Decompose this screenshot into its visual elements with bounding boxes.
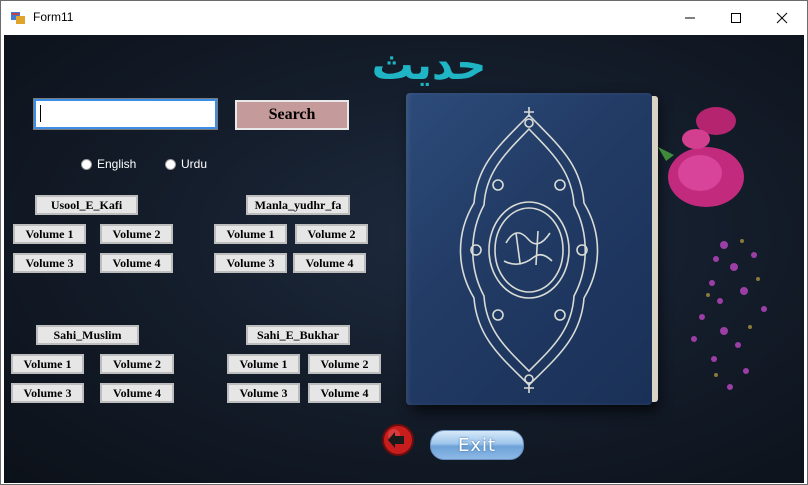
usool-e-kafi-volume-4-button[interactable]: Volume 4 [100, 253, 173, 273]
form-client-area: حديث Search English Urdu Usool_E_Kafi Vo… [4, 35, 804, 483]
book-sahi-e-bukhar-button[interactable]: Sahi_E_Bukhar [246, 325, 350, 345]
english-radio[interactable]: English [81, 157, 136, 171]
page-title: حديث [371, 40, 487, 89]
search-button[interactable]: Search [235, 100, 349, 130]
radio-circle[interactable] [165, 158, 176, 170]
back-arrow-icon[interactable] [381, 423, 415, 457]
urdu-radio[interactable]: Urdu [165, 157, 207, 171]
manla-yudhr-fa-volume-4-button[interactable]: Volume 4 [293, 253, 366, 273]
english-radio-label: English [97, 157, 137, 171]
book-manla-yudhr-fa-button[interactable]: Manla_yudhr_fa [246, 195, 350, 215]
sahi-muslim-volume-2-button[interactable]: Volume 2 [100, 354, 174, 374]
maximize-icon [731, 12, 741, 23]
manla-yudhr-fa-volume-3-button[interactable]: Volume 3 [214, 253, 287, 273]
window-title: Form11 [33, 10, 74, 24]
app-icon [11, 12, 25, 24]
exit-button[interactable]: Exit [430, 430, 524, 460]
sahi-e-bukhar-volume-1-button[interactable]: Volume 1 [227, 354, 300, 374]
flowers-decoration [658, 107, 767, 390]
book-usool-e-kafi-button[interactable]: Usool_E_Kafi [35, 195, 138, 215]
quran-book-image [406, 93, 658, 405]
form-window: Form11 حديث Search English Urdu Usool_E_… [0, 0, 808, 485]
title-bar: Form11 [1, 1, 807, 35]
minimize-button[interactable] [667, 1, 713, 34]
manla-yudhr-fa-volume-2-button[interactable]: Volume 2 [295, 224, 368, 244]
sahi-e-bukhar-volume-3-button[interactable]: Volume 3 [227, 383, 300, 403]
quran-cover-ornament [459, 107, 599, 393]
close-icon [776, 12, 788, 23]
urdu-radio-label: Urdu [181, 157, 208, 171]
radio-circle[interactable] [81, 158, 92, 170]
usool-e-kafi-volume-1-button[interactable]: Volume 1 [13, 224, 86, 244]
minimize-icon [685, 17, 695, 18]
search-input[interactable] [33, 98, 218, 130]
close-button[interactable] [759, 1, 805, 34]
sahi-e-bukhar-volume-4-button[interactable]: Volume 4 [308, 383, 381, 403]
sahi-muslim-volume-1-button[interactable]: Volume 1 [11, 354, 84, 374]
text-caret [40, 105, 41, 122]
usool-e-kafi-volume-2-button[interactable]: Volume 2 [100, 224, 173, 244]
sahi-muslim-volume-3-button[interactable]: Volume 3 [11, 383, 84, 403]
sahi-e-bukhar-volume-2-button[interactable]: Volume 2 [308, 354, 381, 374]
book-sahi-muslim-button[interactable]: Sahi_Muslim [36, 325, 139, 345]
usool-e-kafi-volume-3-button[interactable]: Volume 3 [13, 253, 86, 273]
maximize-button[interactable] [713, 1, 759, 34]
manla-yudhr-fa-volume-1-button[interactable]: Volume 1 [214, 224, 287, 244]
sahi-muslim-volume-4-button[interactable]: Volume 4 [100, 383, 174, 403]
